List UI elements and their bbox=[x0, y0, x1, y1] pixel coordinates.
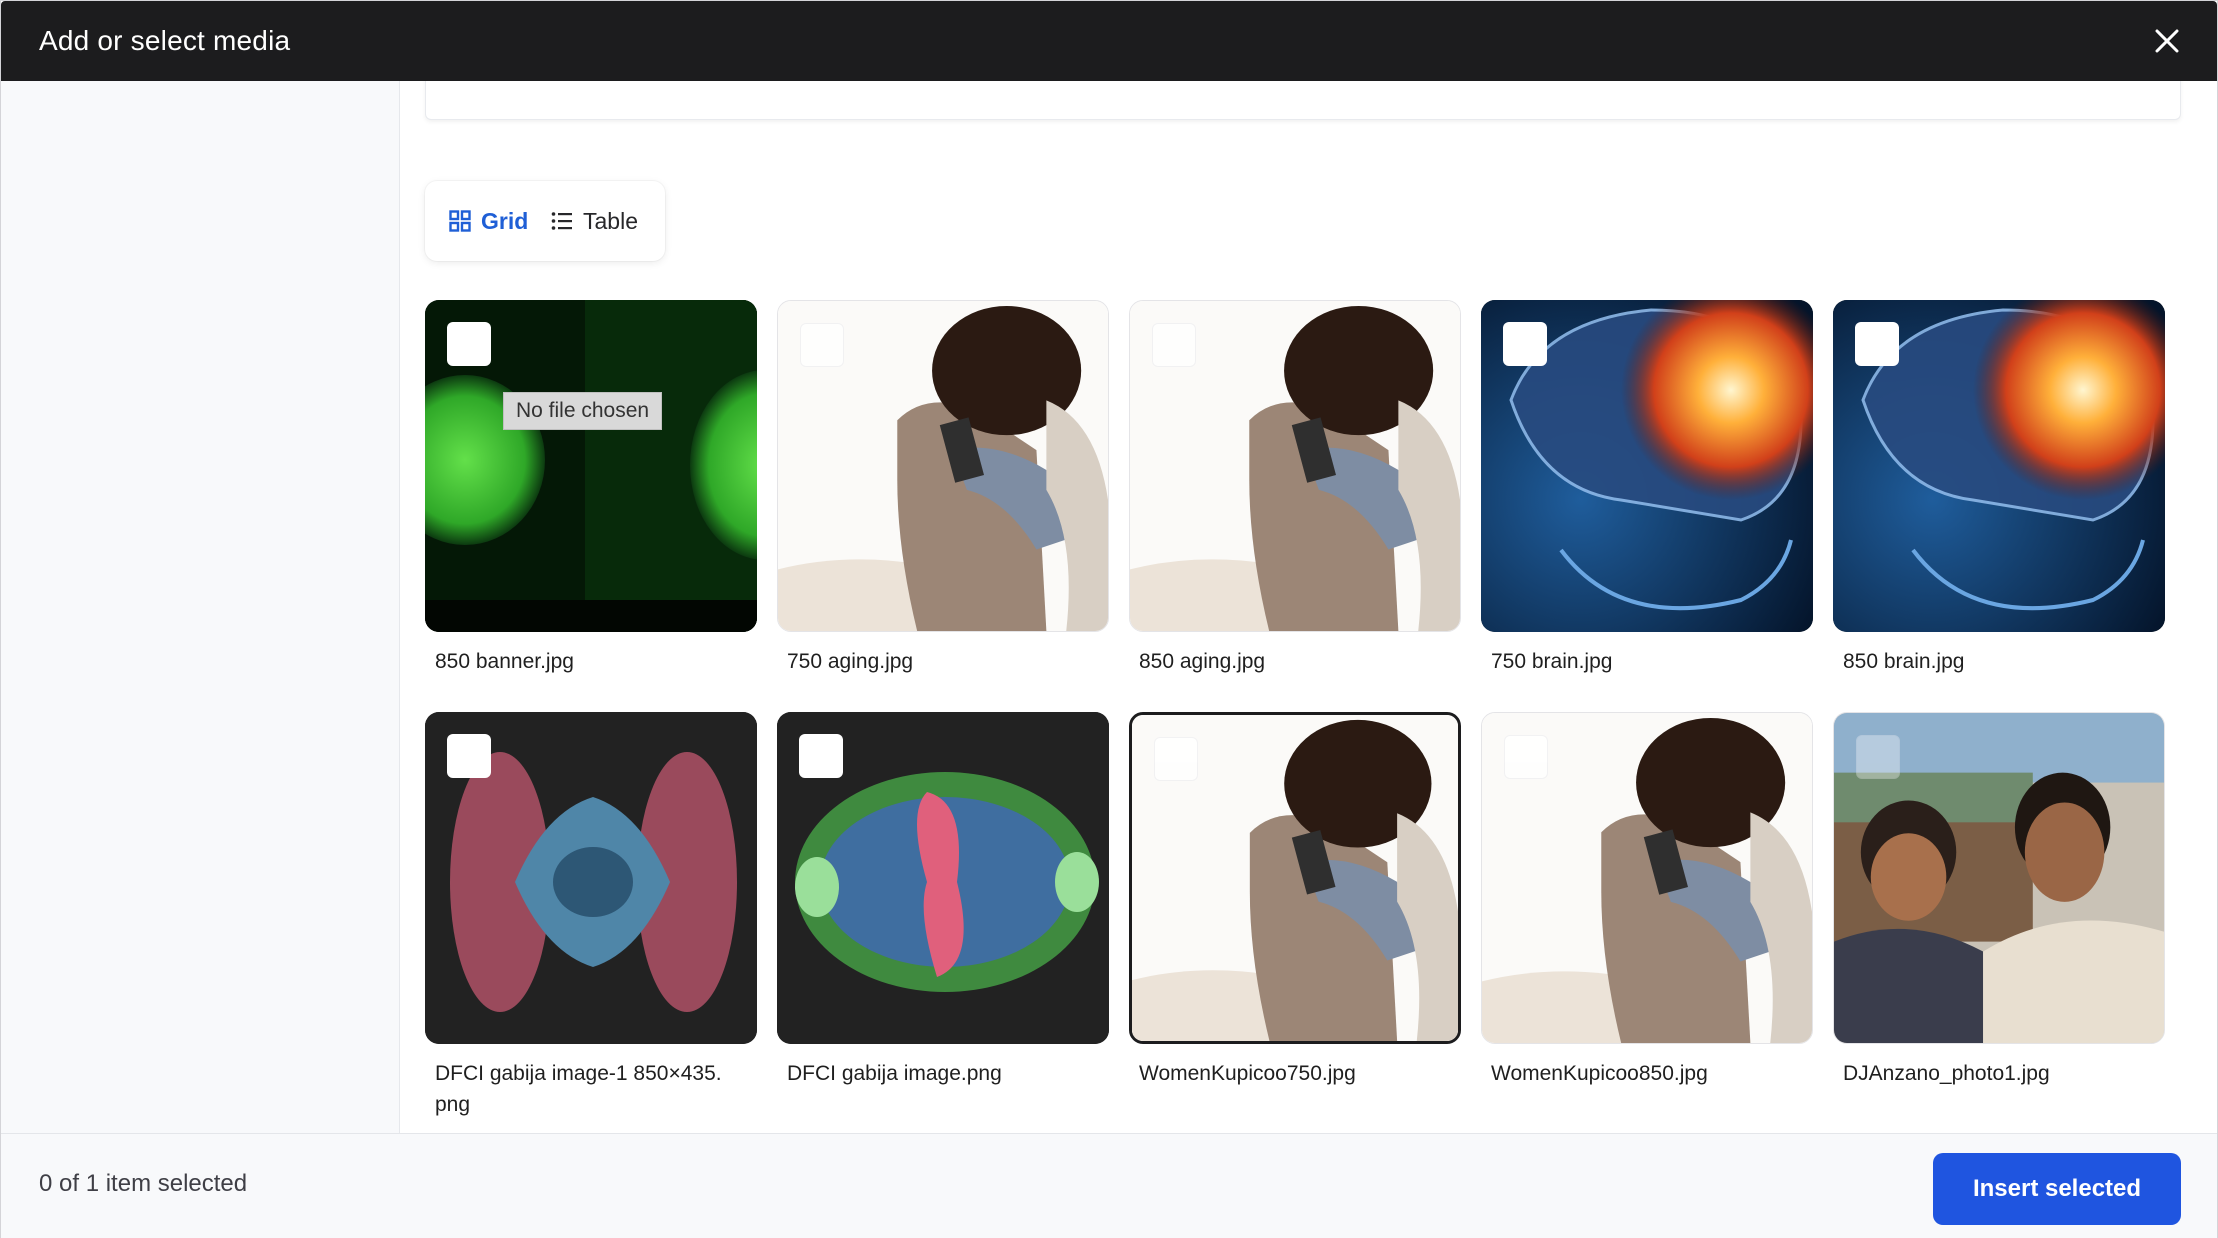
dialog-title: Add or select media bbox=[39, 25, 291, 56]
media-filename: 850 banner.jpg bbox=[435, 650, 574, 673]
grid-view-label: Grid bbox=[481, 207, 529, 234]
media-filename: 850 brain.jpg bbox=[1843, 650, 1965, 673]
media-filename: WomenKupicoo750.jpg bbox=[1139, 1062, 1356, 1085]
media-filename: 850 aging.jpg bbox=[1139, 650, 1266, 673]
media-filename: DJAnzano_photo1.jpg bbox=[1843, 1062, 2050, 1085]
media-thumbnail[interactable] bbox=[777, 712, 1109, 1044]
media-card[interactable]: 750 aging.jpg bbox=[777, 300, 1109, 677]
file-input-overlay[interactable]: No file chosen bbox=[503, 392, 663, 430]
media-filename: DFCI gabija image-1 850×435. png bbox=[435, 1062, 722, 1116]
table-view-button[interactable]: Table bbox=[551, 203, 638, 239]
media-card[interactable]: DFCI gabija image.png bbox=[777, 712, 1109, 1089]
table-view-label: Table bbox=[583, 207, 638, 234]
media-thumbnail[interactable] bbox=[425, 712, 757, 1044]
dialog-footer: 0 of 1 item selected Insert selected bbox=[1, 1133, 2217, 1238]
upload-panel bbox=[425, 81, 2181, 120]
filter-sidebar bbox=[1, 81, 400, 1133]
media-card[interactable]: DJAnzano_photo1.jpg bbox=[1833, 712, 2165, 1089]
select-checkbox[interactable] bbox=[1855, 322, 1899, 366]
media-card[interactable]: 850 brain.jpg bbox=[1833, 300, 2165, 677]
select-checkbox[interactable] bbox=[1856, 735, 1900, 779]
media-thumbnail[interactable] bbox=[1833, 300, 2165, 632]
select-checkbox[interactable] bbox=[1503, 322, 1547, 366]
select-checkbox[interactable] bbox=[1154, 737, 1198, 781]
media-thumbnail[interactable] bbox=[1481, 300, 1813, 632]
media-filename: DFCI gabija image.png bbox=[787, 1062, 1002, 1085]
media-card[interactable]: WomenKupicoo850.jpg bbox=[1481, 712, 1813, 1089]
media-filename: 750 aging.jpg bbox=[787, 650, 914, 673]
select-checkbox[interactable] bbox=[799, 734, 843, 778]
media-thumbnail[interactable]: No file chosen bbox=[425, 300, 757, 632]
grid-icon bbox=[449, 210, 471, 232]
media-filename: WomenKupicoo850.jpg bbox=[1491, 1062, 1708, 1085]
select-checkbox[interactable] bbox=[800, 323, 844, 367]
select-checkbox[interactable] bbox=[447, 322, 491, 366]
media-card[interactable]: 850 aging.jpg bbox=[1129, 300, 1461, 677]
media-thumbnail[interactable] bbox=[1129, 712, 1461, 1044]
select-checkbox[interactable] bbox=[1152, 323, 1196, 367]
media-thumbnail[interactable] bbox=[777, 300, 1109, 632]
media-thumbnail[interactable] bbox=[1481, 712, 1813, 1044]
select-checkbox[interactable] bbox=[447, 734, 491, 778]
media-card[interactable]: DFCI gabija image-1 850×435. png bbox=[425, 712, 757, 1120]
select-checkbox[interactable] bbox=[1504, 735, 1548, 779]
grid-view-button[interactable]: Grid bbox=[449, 203, 528, 239]
dialog-header: Add or select media bbox=[1, 1, 2217, 81]
media-card[interactable]: No file chosen 850 banner.jpg bbox=[425, 300, 757, 677]
media-thumbnail[interactable] bbox=[1833, 712, 2165, 1044]
media-dialog: Add or select media Grid Table No file c… bbox=[0, 0, 2218, 1238]
media-filename: 750 brain.jpg bbox=[1491, 650, 1613, 673]
selection-count: 0 of 1 item selected bbox=[39, 1170, 248, 1197]
insert-selected-button[interactable]: Insert selected bbox=[1933, 1153, 2181, 1225]
media-card[interactable]: WomenKupicoo750.jpg bbox=[1129, 712, 1461, 1089]
media-thumbnail[interactable] bbox=[1129, 300, 1461, 632]
media-card[interactable]: 750 brain.jpg bbox=[1481, 300, 1813, 677]
list-icon bbox=[551, 212, 572, 230]
view-toggle: Grid Table bbox=[425, 181, 665, 261]
media-library: Grid Table No file chosen 850 banner.jpg… bbox=[400, 81, 2217, 1133]
close-icon[interactable] bbox=[2149, 23, 2185, 59]
